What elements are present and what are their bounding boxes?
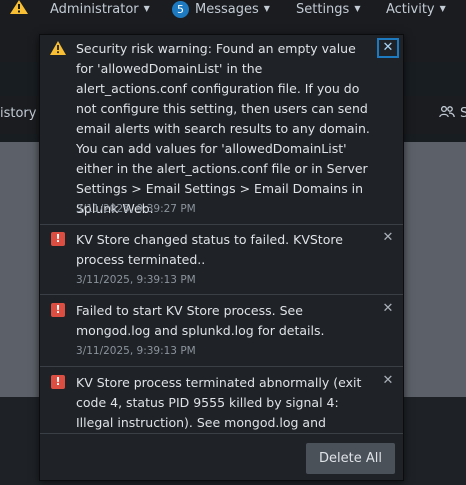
message-item: ! KV Store changed status to failed. KVS… (40, 225, 403, 295)
activity-menu[interactable]: Activity ▼ (386, 0, 446, 18)
caret-down-icon: ▼ (263, 4, 270, 13)
close-icon[interactable]: ✕ (377, 38, 399, 58)
caret-down-icon: ▼ (143, 4, 150, 13)
message-text: Failed to start KV Store process. See mo… (76, 303, 325, 338)
activity-label: Activity (386, 2, 435, 17)
warning-triangle-icon (50, 41, 66, 55)
dropdown-footer: Delete All (40, 433, 403, 480)
message-text: KV Store changed status to failed. KVSto… (76, 232, 343, 267)
messages-menu[interactable]: 5 Messages ▼ (172, 0, 270, 18)
message-item: Security risk warning: Found an empty va… (40, 35, 403, 225)
error-exclamation-icon: ! (51, 303, 65, 317)
message-text: Security risk warning: Found an empty va… (76, 41, 370, 216)
close-icon[interactable]: ✕ (381, 231, 395, 245)
message-timestamp: 3/11/2025, 9:39:13 PM (76, 274, 196, 286)
settings-label: Settings (296, 2, 350, 17)
message-timestamp: 3/11/2025, 9:39:27 PM (76, 203, 196, 215)
tab-right[interactable]: S (439, 105, 466, 121)
message-text: KV Store process terminated abnormally (… (76, 375, 362, 430)
delete-all-button[interactable]: Delete All (306, 443, 395, 474)
administrator-label: Administrator (50, 2, 139, 17)
close-icon[interactable]: ✕ (381, 374, 395, 388)
messages-dropdown: Security risk warning: Found an empty va… (39, 34, 404, 481)
error-exclamation-icon: ! (51, 375, 65, 389)
settings-menu[interactable]: Settings ▼ (296, 0, 360, 18)
close-icon[interactable]: ✕ (381, 302, 395, 316)
users-icon (439, 105, 455, 118)
top-nav-bar: Administrator ▼ 5 Messages ▼ Settings ▼ Acti… (0, 0, 466, 20)
administrator-menu[interactable]: Administrator ▼ (50, 0, 150, 18)
message-item: ! Failed to start KV Store process. See … (40, 295, 403, 367)
tab-right-label: S (460, 106, 466, 121)
warning-icon[interactable] (10, 0, 28, 14)
message-timestamp: 3/11/2025, 9:39:13 PM (76, 345, 196, 357)
tab-history[interactable]: istory (0, 106, 36, 121)
caret-down-icon: ▼ (439, 4, 446, 13)
messages-label: Messages (195, 2, 259, 17)
error-exclamation-icon: ! (51, 232, 65, 246)
message-item: ! KV Store process terminated abnormally… (40, 367, 403, 437)
messages-count-badge: 5 (172, 1, 189, 18)
caret-down-icon: ▼ (354, 4, 361, 13)
